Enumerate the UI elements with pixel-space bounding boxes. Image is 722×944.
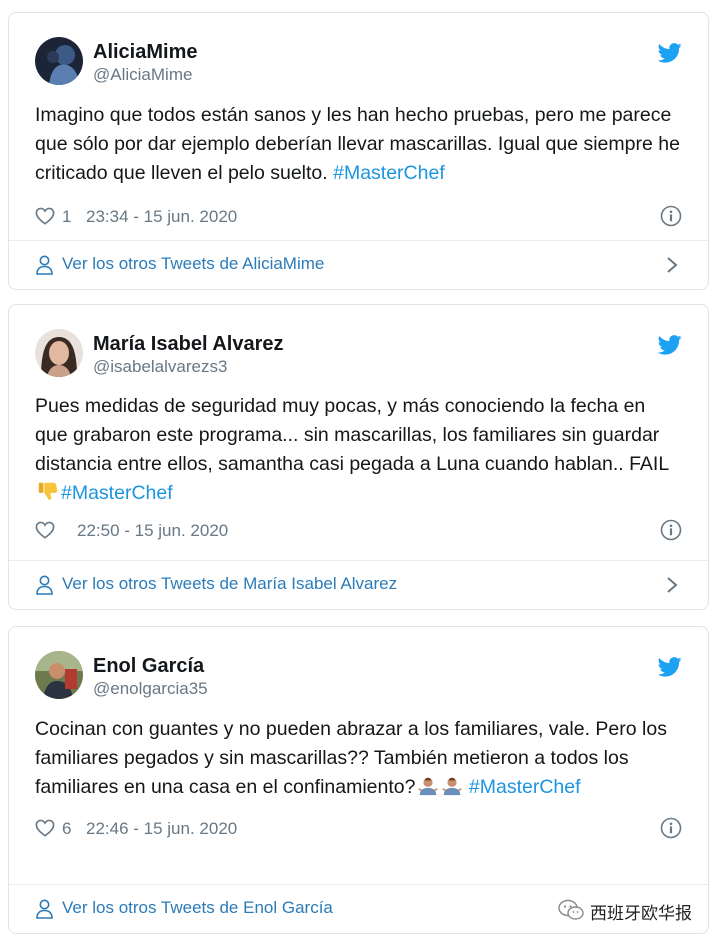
user-icon xyxy=(36,899,53,919)
tweet-text: Cocinan con guantes y no pueden abrazar … xyxy=(9,715,708,802)
more-tweets-footer[interactable]: Ver los otros Tweets de AliciaMime xyxy=(9,240,708,289)
author-name[interactable]: María Isabel Alvarez xyxy=(93,333,283,356)
twitter-bird-icon[interactable] xyxy=(658,335,682,355)
more-tweets-footer[interactable]: Ver los otros Tweets de María Isabel Alv… xyxy=(9,560,708,609)
info-icon[interactable] xyxy=(660,817,682,839)
author-name[interactable]: AliciaMime xyxy=(93,41,197,64)
person-shrugging-emoji-icon xyxy=(418,777,439,796)
avatar[interactable] xyxy=(35,37,83,85)
heart-icon[interactable] xyxy=(35,207,55,225)
tweet-timestamp[interactable]: 23:34 - 15 jun. 2020 xyxy=(86,207,237,227)
chevron-right-icon[interactable] xyxy=(666,576,678,594)
author-handle[interactable]: @isabelalvarezs3 xyxy=(93,357,227,377)
watermark-text: 西班牙欧华报 xyxy=(590,904,692,924)
like-count: 6 xyxy=(62,819,72,838)
like-count: 1 xyxy=(62,207,72,226)
person-shrugging-emoji-icon xyxy=(442,777,463,796)
more-tweets-link[interactable]: Ver los otros Tweets de AliciaMime xyxy=(62,254,324,274)
info-icon[interactable] xyxy=(660,205,682,227)
chevron-right-icon[interactable] xyxy=(666,256,678,274)
tweet-header: María Isabel Alvarez @isabelalvarezs3 xyxy=(9,305,708,377)
tweet-text: Imagino que todos están sanos y les han … xyxy=(9,101,708,188)
tweet-card: Enol García @enolgarcia35 Cocinan con gu… xyxy=(8,626,709,934)
heart-icon[interactable] xyxy=(35,521,55,539)
user-icon xyxy=(36,575,53,595)
twitter-bird-icon[interactable] xyxy=(658,43,682,63)
tweet-meta: 1 23:34 - 15 jun. 2020 xyxy=(9,196,708,242)
tweet-card: María Isabel Alvarez @isabelalvarezs3 Pu… xyxy=(8,304,709,610)
author-name[interactable]: Enol García xyxy=(93,655,204,678)
tweet-timestamp[interactable]: 22:46 - 15 jun. 2020 xyxy=(86,819,237,839)
tweet-card: AliciaMime @AliciaMime Imagino que todos… xyxy=(8,12,709,290)
tweet-header: AliciaMime @AliciaMime xyxy=(9,13,708,85)
hashtag-link[interactable]: #MasterChef xyxy=(333,162,445,184)
tweet-meta: 6 22:46 - 15 jun. 2020 xyxy=(9,808,708,854)
hashtag-link[interactable]: #MasterChef xyxy=(61,482,173,504)
heart-icon[interactable] xyxy=(35,819,55,837)
user-icon xyxy=(36,255,53,275)
tweet-body: Pues medidas de seguridad muy pocas, y m… xyxy=(35,395,669,475)
tweet-timestamp[interactable]: 22:50 - 15 jun. 2020 xyxy=(77,521,228,541)
tweet-meta: 22:50 - 15 jun. 2020 xyxy=(9,510,708,556)
wechat-icon xyxy=(558,899,584,920)
avatar[interactable] xyxy=(35,329,83,377)
info-icon[interactable] xyxy=(660,519,682,541)
hashtag-link[interactable]: #MasterChef xyxy=(469,776,581,798)
author-handle[interactable]: @AliciaMime xyxy=(93,65,192,85)
tweet-text: Pues medidas de seguridad muy pocas, y m… xyxy=(9,392,708,508)
twitter-bird-icon[interactable] xyxy=(658,657,682,677)
tweet-header: Enol García @enolgarcia35 xyxy=(9,627,708,699)
more-tweets-link[interactable]: Ver los otros Tweets de María Isabel Alv… xyxy=(62,574,397,594)
more-tweets-link[interactable]: Ver los otros Tweets de Enol García xyxy=(62,898,333,918)
thumbs-down-emoji-icon xyxy=(38,482,58,501)
avatar[interactable] xyxy=(35,651,83,699)
author-handle[interactable]: @enolgarcia35 xyxy=(93,679,208,699)
